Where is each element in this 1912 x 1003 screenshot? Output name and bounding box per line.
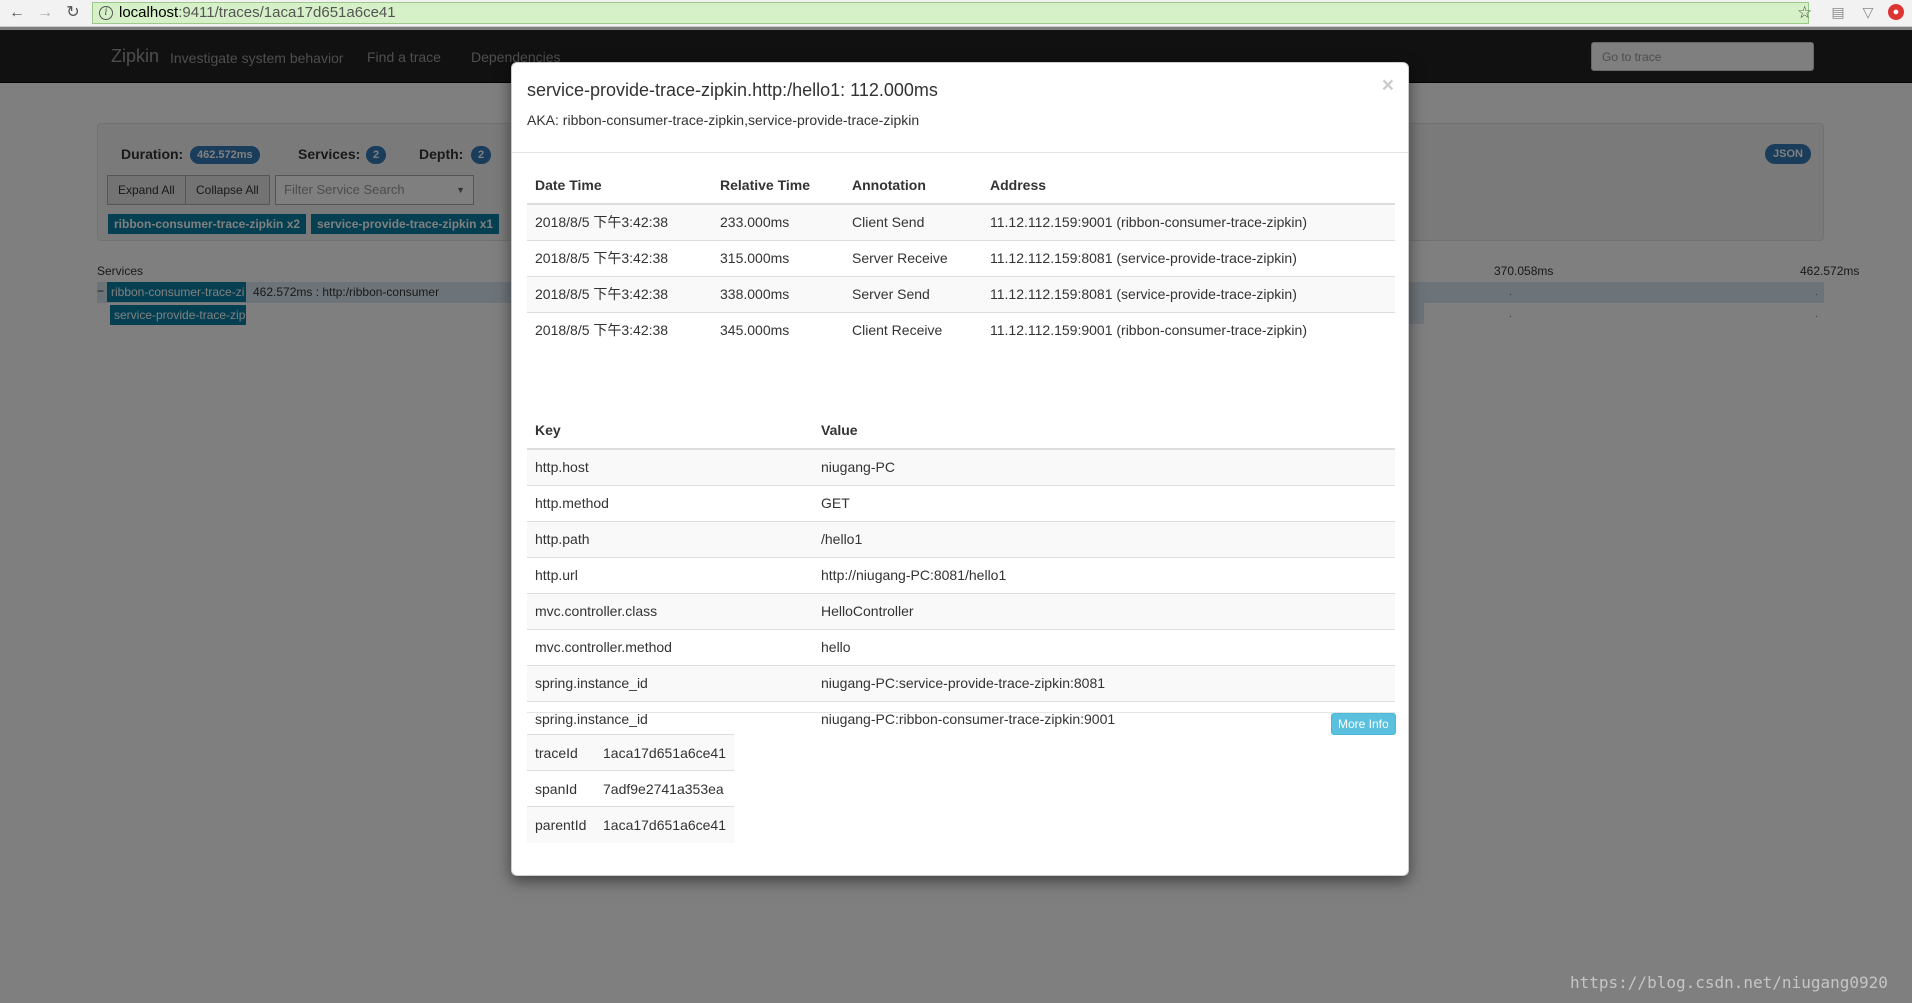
bookmark-star-icon[interactable]: ☆ [1797,3,1812,23]
cell-id-key: parentId [527,806,595,843]
more-info-button[interactable]: More Info [1331,713,1396,735]
cell-value: GET [813,484,1395,521]
column-header: Date Time [527,167,712,205]
cell-id-key: spanId [527,770,595,807]
table-row: spring.instance_id niugang-PC:service-pr… [527,664,1395,701]
address-bar[interactable]: i localhost:9411/traces/1aca17d651a6ce41 [92,2,1809,24]
span-ids-table: traceId 1aca17d651a6ce41 spanId 7adf9e27… [527,734,735,843]
site-info-icon[interactable]: i [99,6,113,20]
section-divider [527,712,1395,713]
cell-value: HelloController [813,592,1395,629]
url-path: :9411/traces/1aca17d651a6ce41 [178,4,396,21]
table-row: parentId 1aca17d651a6ce41 [527,806,735,843]
cell-key: spring.instance_id [527,664,813,701]
reload-icon[interactable]: ↻ [62,3,84,23]
table-row: mvc.controller.method hello [527,628,1395,665]
cell-value: niugang-PC [813,448,1395,485]
annotations-table: Date Time Relative Time Annotation Addre… [527,167,1395,348]
table-row: spanId 7adf9e2741a353ea [527,770,735,807]
cell-datetime: 2018/8/5 下午3:42:38 [527,239,712,276]
cell-value: http://niugang-PC:8081/hello1 [813,556,1395,593]
cell-address: 11.12.112.159:8081 (service-provide-trac… [982,275,1395,312]
cell-annotation: Server Receive [844,239,982,276]
cell-id-value: 1aca17d651a6ce41 [595,734,735,771]
cell-id-value: 7adf9e2741a353ea [595,770,735,807]
table-row: traceId 1aca17d651a6ce41 [527,734,735,771]
modal-header: service-provide-trace-zipkin.http:/hello… [512,63,1408,153]
cell-datetime: 2018/8/5 下午3:42:38 [527,275,712,312]
watermark: https://blog.csdn.net/niugang0920 [1570,973,1888,992]
column-header: Value [813,412,1395,450]
cell-relative: 338.000ms [712,275,844,312]
table-row: http.host niugang-PC [527,448,1395,485]
cell-key: mvc.controller.class [527,592,813,629]
modal-title: service-provide-trace-zipkin.http:/hello… [527,80,938,100]
browser-toolbar: ← → ↻ i localhost:9411/traces/1aca17d651… [0,0,1912,27]
cell-relative: 345.000ms [712,311,844,348]
cell-key: mvc.controller.method [527,628,813,665]
table-row: 2018/8/5 下午3:42:38 315.000ms Server Rece… [527,239,1395,276]
cell-value: hello [813,628,1395,665]
url-host: localhost [119,4,179,21]
cell-key: http.method [527,484,813,521]
cell-datetime: 2018/8/5 下午3:42:38 [527,311,712,348]
table-row: spring.instance_id niugang-PC:ribbon-con… [527,700,1395,737]
table-row: 2018/8/5 下午3:42:38 338.000ms Server Send… [527,275,1395,312]
extension-filter-icon[interactable]: ▽ [1860,4,1876,21]
cell-key: spring.instance_id [527,700,813,737]
modal-aka: AKA: ribbon-consumer-trace-zipkin,servic… [527,112,920,128]
extension-record-icon[interactable]: ● [1888,4,1904,20]
cell-relative: 315.000ms [712,239,844,276]
tags-table: Key Value http.host niugang-PC http.meth… [527,412,1395,737]
cell-datetime: 2018/8/5 下午3:42:38 [527,203,712,240]
cell-key: http.host [527,448,813,485]
cell-address: 11.12.112.159:9001 (ribbon-consumer-trac… [982,203,1395,240]
close-icon[interactable]: × [1382,75,1394,96]
cell-key: http.path [527,520,813,557]
cell-value: niugang-PC:service-provide-trace-zipkin:… [813,664,1395,701]
cell-annotation: Server Send [844,275,982,312]
column-header: Key [527,412,813,450]
cell-address: 11.12.112.159:9001 (ribbon-consumer-trac… [982,311,1395,348]
table-row: 2018/8/5 下午3:42:38 233.000ms Client Send… [527,203,1395,240]
cell-address: 11.12.112.159:8081 (service-provide-trac… [982,239,1395,276]
column-header: Annotation [844,167,982,205]
cell-value: /hello1 [813,520,1395,557]
column-header: Address [982,167,1395,205]
table-row: http.method GET [527,484,1395,521]
table-row: http.path /hello1 [527,520,1395,557]
column-header: Relative Time [712,167,844,205]
forward-icon[interactable]: → [34,3,56,23]
extension-page-icon[interactable]: ▤ [1830,4,1846,21]
cell-relative: 233.000ms [712,203,844,240]
cell-value: niugang-PC:ribbon-consumer-trace-zipkin:… [813,700,1395,737]
cell-annotation: Client Send [844,203,982,240]
table-row: 2018/8/5 下午3:42:38 345.000ms Client Rece… [527,311,1395,348]
table-row: mvc.controller.class HelloController [527,592,1395,629]
cell-key: http.url [527,556,813,593]
table-row: http.url http://niugang-PC:8081/hello1 [527,556,1395,593]
cell-annotation: Client Receive [844,311,982,348]
cell-id-value: 1aca17d651a6ce41 [595,806,735,843]
cell-id-key: traceId [527,734,595,771]
back-icon[interactable]: ← [6,3,28,23]
span-details-modal: service-provide-trace-zipkin.http:/hello… [511,62,1409,876]
